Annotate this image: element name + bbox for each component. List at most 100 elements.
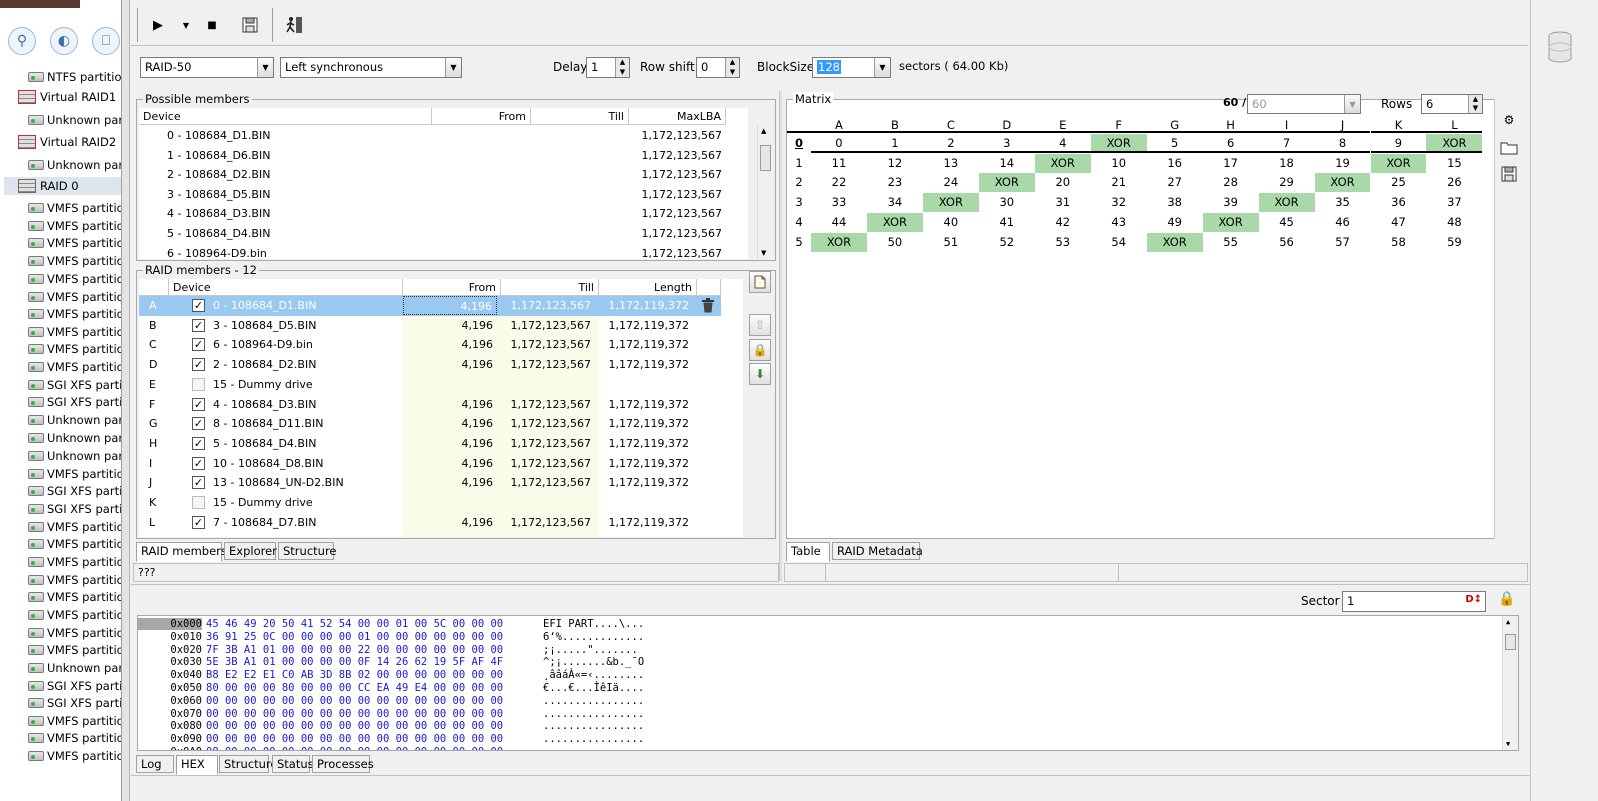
table-row[interactable]: J ✓ 13 - 108684_UN-D2.BIN 4,196 1,172,123,56… [139,473,721,493]
tree-item[interactable]: SGI XFS partition [0,677,121,695]
tree-item[interactable]: VMFS partition [0,624,121,642]
column-header-maxlba[interactable]: MaxLBA [629,108,726,125]
search-icon[interactable]: ⚲ [8,27,36,55]
column-header-device[interactable]: Device [139,108,432,125]
matrix-block-cell[interactable]: 47 [1371,213,1427,232]
hex-row[interactable]: 0x050 80 00 00 00 80 00 00 00 CC EA 49 E4… [138,682,1498,695]
decimal-toggle-icon[interactable]: D↕ [1465,594,1482,605]
member-checkbox[interactable] [192,496,205,509]
matrix-block-cell[interactable]: 0 [811,134,867,153]
save-icon[interactable] [239,14,261,36]
till-cell[interactable]: 1,172,123,567 [501,316,595,335]
matrix-parity-cell[interactable]: XOR [1258,193,1315,213]
hex-bytes[interactable]: 80 00 00 00 80 00 00 00 CC EA 49 E4 00 0… [206,682,503,694]
tree-item[interactable]: VMFS partition [0,553,121,571]
table-row[interactable]: 0 - 108684_D1.BIN 1,172,123,567 [139,126,726,145]
scroll-down-icon[interactable]: ▼ [761,249,766,257]
disk-scan-icon[interactable]: ◐ [50,27,78,55]
hex-row[interactable]: 0x0A0 00 00 00 00 00 00 00 00 00 00 00 00… [138,746,1498,750]
matrix-block-cell[interactable]: 1 [866,134,923,153]
tree-item[interactable]: SGI XFS partition [0,694,121,712]
matrix-parity-cell[interactable]: XOR [978,173,1035,193]
tree-item[interactable]: NTFS partition [0,68,121,86]
matrix-block-cell[interactable]: 23 [867,173,923,192]
tree-item[interactable]: RAID 0 [4,177,121,195]
column-header-till[interactable]: Till [531,108,629,125]
column-header-letter[interactable] [139,279,169,296]
tree-item[interactable]: VMFS partition [0,252,121,270]
matrix-block-cell[interactable]: 54 [1091,233,1147,252]
matrix-block-cell[interactable]: 29 [1259,173,1315,192]
from-cell[interactable]: 4,196 [403,513,497,532]
hex-bytes[interactable]: 45 46 49 20 50 41 52 54 00 00 01 00 5C 0… [206,618,503,630]
from-cell[interactable] [403,493,497,512]
matrix-block-cell[interactable]: 57 [1315,233,1371,252]
tree-item[interactable]: VMFS partition [0,305,121,323]
hex-ascii[interactable]: ................ [543,720,644,732]
matrix-block-cell[interactable]: 10 [1091,154,1147,173]
till-cell[interactable] [501,375,595,394]
from-cell[interactable]: 4,196 [403,335,497,354]
table-row[interactable]: L ✓ 7 - 108684_D7.BIN 4,196 1,172,123,567 1,1… [139,513,721,533]
matrix-counter-select[interactable]: 60 ▼ [1247,94,1361,114]
splitter[interactable] [779,91,782,581]
table-row[interactable]: I ✓ 10 - 108684_D8.BIN 4,196 1,172,123,567 1,… [139,454,721,474]
from-cell[interactable]: 4,196 [403,296,497,315]
matrix-block-cell[interactable]: 50 [867,233,923,252]
matrix-block-cell[interactable]: 9 [1370,134,1427,153]
from-cell[interactable]: 4,196 [403,355,497,374]
tree-item[interactable]: Unknown partition [0,411,121,429]
hex-bytes[interactable]: 36 91 25 0C 00 00 00 00 01 00 00 00 00 0… [206,631,503,643]
tab-processes[interactable]: Processes [312,755,374,773]
hex-bytes[interactable]: 00 00 00 00 00 00 00 00 00 00 00 00 00 0… [206,720,503,732]
matrix-block-cell[interactable]: 36 [1371,193,1427,212]
tree-item[interactable]: VMFS partition [0,571,121,589]
matrix-parity-cell[interactable]: XOR [1034,153,1091,173]
hex-bytes[interactable]: 00 00 00 00 00 00 00 00 00 00 00 00 00 0… [206,746,503,750]
matrix-block-cell[interactable]: 48 [1426,213,1482,232]
hex-ascii[interactable]: ................ [543,746,644,750]
tab-table[interactable]: Table [786,542,830,562]
till-cell[interactable]: 1,172,123,567 [501,414,595,433]
tab-status[interactable]: Status [272,755,314,773]
table-row[interactable]: 1 - 108684_D6.BIN 1,172,123,567 [139,146,726,165]
hex-ascii[interactable]: ................ [543,733,644,745]
matrix-block-cell[interactable]: 28 [1203,173,1259,192]
tree-item[interactable]: VMFS partition [0,323,121,341]
table-row[interactable]: 5 - 108684_D4.BIN 1,172,123,567 [139,224,726,243]
till-cell[interactable]: 1,172,123,567 [501,434,595,453]
hex-ascii[interactable]: ................ [543,708,644,720]
matrix-block-cell[interactable]: 52 [979,233,1035,252]
tree-item[interactable]: VMFS partition [0,234,121,252]
from-cell[interactable]: 4,196 [403,414,497,433]
raid-type-select[interactable]: RAID-50 ▼ [140,57,274,78]
lock-icon[interactable]: 🔒 [1496,591,1518,613]
matrix-block-cell[interactable]: 55 [1203,233,1259,252]
matrix-block-cell[interactable]: 31 [1035,193,1091,212]
tab-explorer[interactable]: Explorer [224,542,277,560]
matrix-block-cell[interactable]: 13 [923,154,979,173]
member-checkbox[interactable] [192,377,205,391]
hex-ascii[interactable]: ;¡....."....... [543,644,638,656]
matrix-parity-cell[interactable]: XOR [1146,232,1203,252]
column-header-from[interactable]: From [432,108,531,125]
matrix-block-cell[interactable]: 35 [1315,193,1371,212]
scroll-up-icon[interactable]: ▲ [1506,618,1510,626]
tree-item[interactable]: Unknown partition [0,156,121,174]
row-shift-spinner[interactable]: 0 ▲ ▼ [696,57,740,78]
matrix-block-cell[interactable]: 18 [1259,154,1315,173]
hex-bytes[interactable]: 00 00 00 00 00 00 00 00 00 00 00 00 00 0… [206,695,503,707]
member-checkbox[interactable]: ✓ [192,397,205,411]
tree-item[interactable]: VMFS partition [0,288,121,306]
table-row[interactable]: B ✓ 3 - 108684_D5.BIN 4,196 1,172,123,567 1,1… [139,316,721,336]
till-cell[interactable]: 1,172,123,567 [501,296,595,315]
trash-icon[interactable] [701,298,715,313]
scroll-down-icon[interactable]: ▼ [1506,740,1510,748]
till-cell[interactable] [501,493,595,512]
matrix-block-cell[interactable]: 42 [1035,213,1091,232]
matrix-block-cell[interactable]: 46 [1315,213,1371,232]
table-row[interactable]: 3 - 108684_D5.BIN 1,172,123,567 [139,185,726,204]
matrix-parity-cell[interactable]: XOR [811,232,867,252]
tree-item[interactable]: VMFS partition [0,606,121,624]
table-row[interactable]: 2 - 108684_D2.BIN 1,172,123,567 [139,165,726,184]
